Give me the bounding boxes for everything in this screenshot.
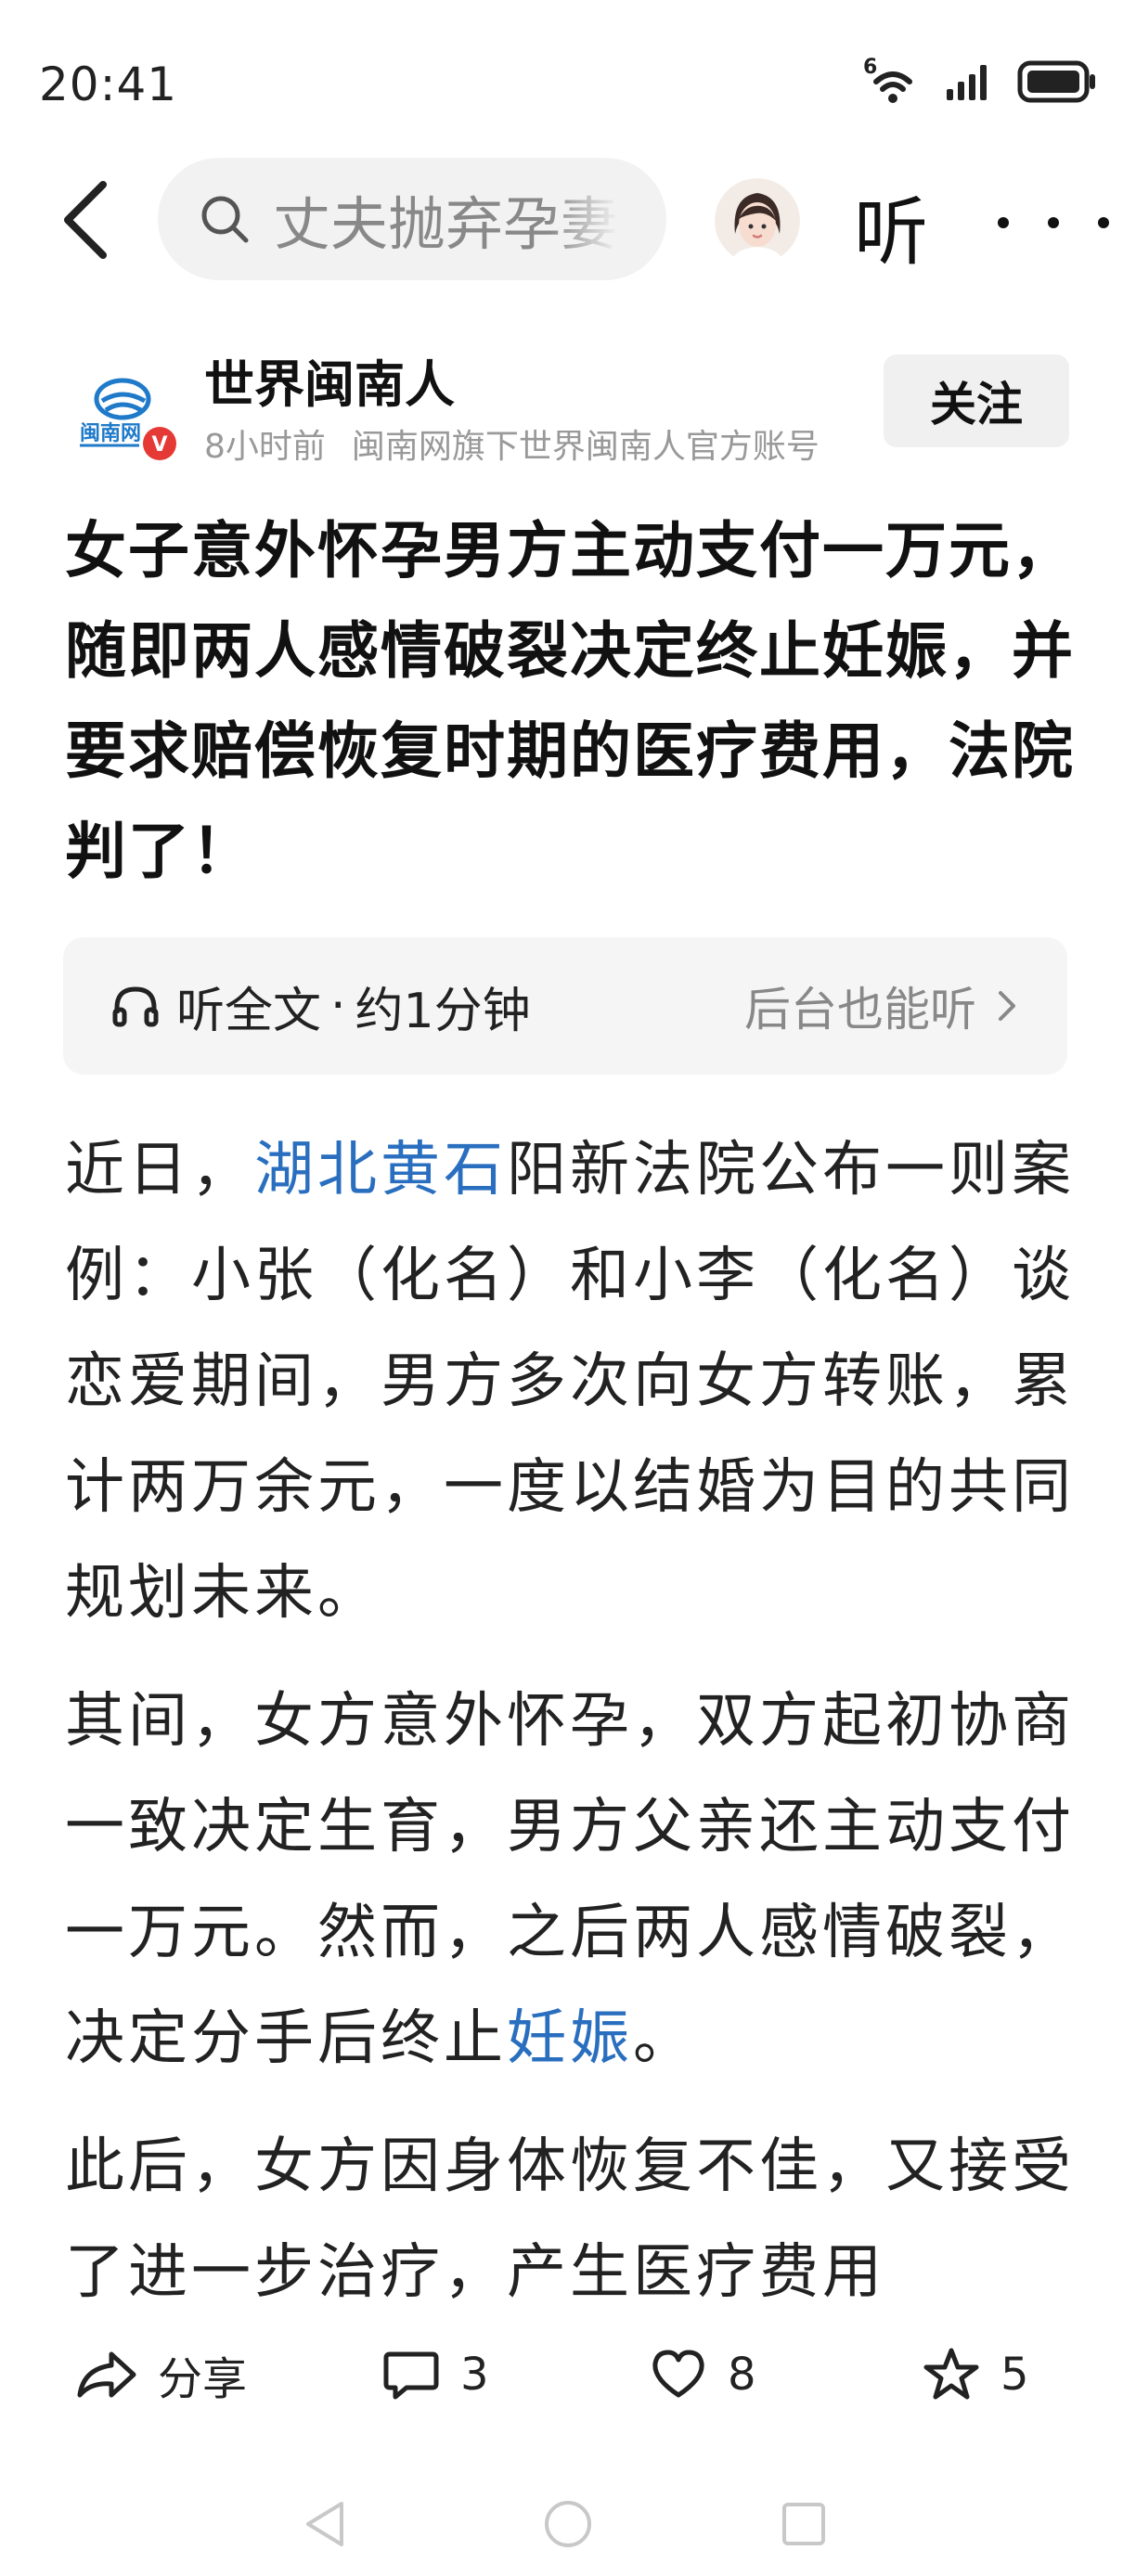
heart-icon	[652, 2350, 704, 2398]
p2-text-b: 。	[633, 2004, 696, 2073]
action-bar: 分享 3 8 5	[0, 2324, 1136, 2426]
listen-button[interactable]: 听	[854, 173, 928, 280]
chevron-right-icon	[999, 991, 1015, 1021]
comment-icon	[383, 2351, 439, 2400]
paragraph-2: 其间，女方意外怀孕，双方起初协商一致决定生育，男方父亲还主动支付一万元。然而，之…	[65, 1668, 1086, 2092]
more-options-icon[interactable]	[998, 195, 1109, 251]
author-meta: 8小时前 闽南网旗下世界闽南人官方账号	[204, 419, 820, 468]
square-recents-icon	[782, 2503, 825, 2545]
keyword-link-pregnancy[interactable]: 妊娠	[507, 2004, 633, 2073]
p1-text-a: 近日，	[65, 1136, 254, 1204]
headphones-icon	[112, 986, 159, 1027]
article-body: 近日，湖北黄石阳新法院公布一则案例：小张（化名）和小李（化名）谈恋爱期间，男方多…	[65, 1117, 1086, 2348]
favorite-button[interactable]: 5	[923, 2324, 1029, 2426]
author-description: 闽南网旗下世界闽南人官方账号	[351, 428, 820, 466]
wifi-icon: 6	[863, 56, 923, 106]
post-time: 8小时前	[204, 428, 326, 466]
favorite-count: 5	[1000, 2349, 1029, 2401]
signal-icon	[945, 61, 995, 106]
listen-full-text-bar[interactable]: 听全文 · 约1分钟 后台也能听	[63, 937, 1067, 1075]
search-query: 丈夫抛弃孕妻	[273, 190, 619, 258]
status-time: 20:41	[39, 58, 178, 111]
battery-icon	[1017, 60, 1097, 107]
triangle-back-icon	[306, 2502, 343, 2546]
chevron-left-icon	[64, 181, 107, 259]
like-count: 8	[728, 2349, 756, 2401]
circle-home-icon	[545, 2501, 591, 2547]
paragraph-1: 近日，湖北黄石阳新法院公布一则案例：小张（化名）和小李（化名）谈恋爱期间，男方多…	[65, 1117, 1086, 1646]
network-type: 6	[863, 56, 878, 79]
listen-left: 听全文 · 约1分钟	[110, 937, 531, 1075]
keyword-link-hubei-huangshi[interactable]: 湖北黄石	[254, 1136, 507, 1204]
listen-separator: ·	[330, 978, 346, 1034]
nav-home-button[interactable]	[531, 2487, 605, 2561]
status-icons: 6	[863, 56, 1097, 107]
p1-text-b: 阳新法院公布一则案例：小张（化名）和小李（化名）谈恋爱期间，男方多次向女方转账，…	[65, 1136, 1075, 1628]
listen-duration: 约1分钟	[355, 983, 531, 1039]
nav-back-button[interactable]	[288, 2487, 362, 2561]
paragraph-3: 此后，女方因身体恢复不佳，又接受了进一步治疗，产生医疗费用	[65, 2132, 1075, 2307]
nav-recents-button[interactable]	[767, 2487, 841, 2561]
status-bar: 20:41 6	[0, 0, 1136, 158]
article-title: 女子意外怀孕男方主动支付一万元，随即两人感情破裂决定终止妊娠，并要求赔偿恢复时期…	[65, 515, 1075, 887]
comment-button[interactable]: 3	[382, 2324, 489, 2426]
share-icon	[77, 2351, 136, 2398]
follow-button[interactable]: 关注	[884, 354, 1069, 447]
back-button[interactable]	[48, 178, 123, 262]
background-listen-label: 后台也能听	[744, 983, 976, 1037]
author-name[interactable]: 世界闽南人	[204, 343, 455, 417]
search-bar[interactable]: 丈夫抛弃孕妻	[158, 158, 666, 280]
like-button[interactable]: 8	[650, 2324, 756, 2426]
star-icon	[923, 2348, 979, 2400]
comment-count: 3	[460, 2349, 489, 2401]
listen-background: 后台也能听	[744, 937, 1021, 1075]
share-button[interactable]: 分享	[76, 2324, 247, 2426]
listen-label: 听全文	[176, 983, 322, 1039]
logo-text: 闽南网	[80, 422, 141, 445]
search-icon	[201, 196, 249, 243]
top-bar: 丈夫抛弃孕妻 听	[0, 158, 1136, 280]
verified-badge: V	[151, 433, 167, 457]
author-logo[interactable]: 闽南网 V	[74, 362, 178, 466]
share-label: 分享	[158, 2353, 248, 2405]
system-nav-bar	[0, 2487, 1136, 2576]
author-row: 闽南网 V 世界闽南人 8小时前 闽南网旗下世界闽南人官方账号 关注	[0, 343, 1136, 473]
user-avatar[interactable]	[715, 178, 800, 264]
